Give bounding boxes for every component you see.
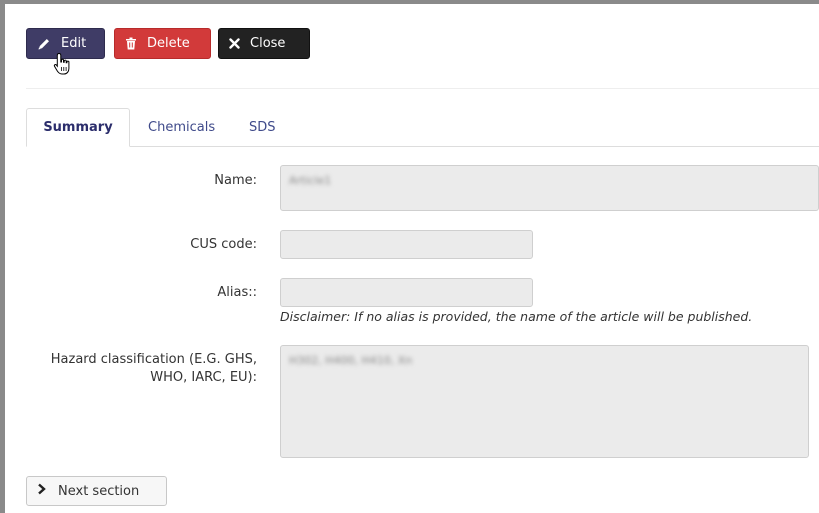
hazard-classification-value: H302, H400, H410, Xn bbox=[289, 354, 413, 367]
pencil-icon bbox=[37, 37, 51, 51]
tab-sds[interactable]: SDS bbox=[249, 108, 276, 147]
toolbar-separator bbox=[26, 88, 819, 89]
x-icon bbox=[229, 38, 240, 49]
edit-button-label: Edit bbox=[61, 36, 87, 51]
trash-icon bbox=[125, 37, 137, 50]
tab-chemicals[interactable]: Chemicals bbox=[148, 108, 215, 147]
delete-button-label: Delete bbox=[147, 36, 190, 51]
name-value: Article1 bbox=[289, 174, 332, 187]
name-label: Name: bbox=[214, 173, 257, 188]
next-section-label: Next section bbox=[58, 483, 140, 499]
tabs-baseline bbox=[26, 146, 819, 147]
delete-button[interactable]: Delete bbox=[114, 28, 211, 59]
hazard-label-line1: Hazard classification (E.G. GHS, bbox=[50, 352, 257, 367]
alias-disclaimer: Disclaimer: If no alias is provided, the… bbox=[280, 309, 753, 324]
hand-cursor-icon bbox=[53, 52, 73, 80]
name-field[interactable]: Article1 bbox=[280, 165, 819, 211]
cus-code-label: CUS code: bbox=[190, 237, 257, 252]
chevron-right-icon bbox=[37, 483, 46, 499]
close-button-label: Close bbox=[250, 36, 286, 51]
hazard-classification-field[interactable]: H302, H400, H410, Xn bbox=[280, 345, 809, 458]
next-section-button[interactable]: Next section bbox=[26, 476, 167, 506]
window-frame-top bbox=[0, 0, 819, 4]
cus-code-field[interactable] bbox=[280, 230, 533, 259]
close-button[interactable]: Close bbox=[218, 28, 310, 59]
tab-summary[interactable]: Summary bbox=[26, 108, 130, 147]
hazard-label-line2: WHO, IARC, EU): bbox=[150, 370, 257, 385]
window-frame-left bbox=[0, 0, 5, 513]
alias-label: Alias:: bbox=[217, 285, 257, 300]
alias-field[interactable] bbox=[280, 278, 533, 307]
